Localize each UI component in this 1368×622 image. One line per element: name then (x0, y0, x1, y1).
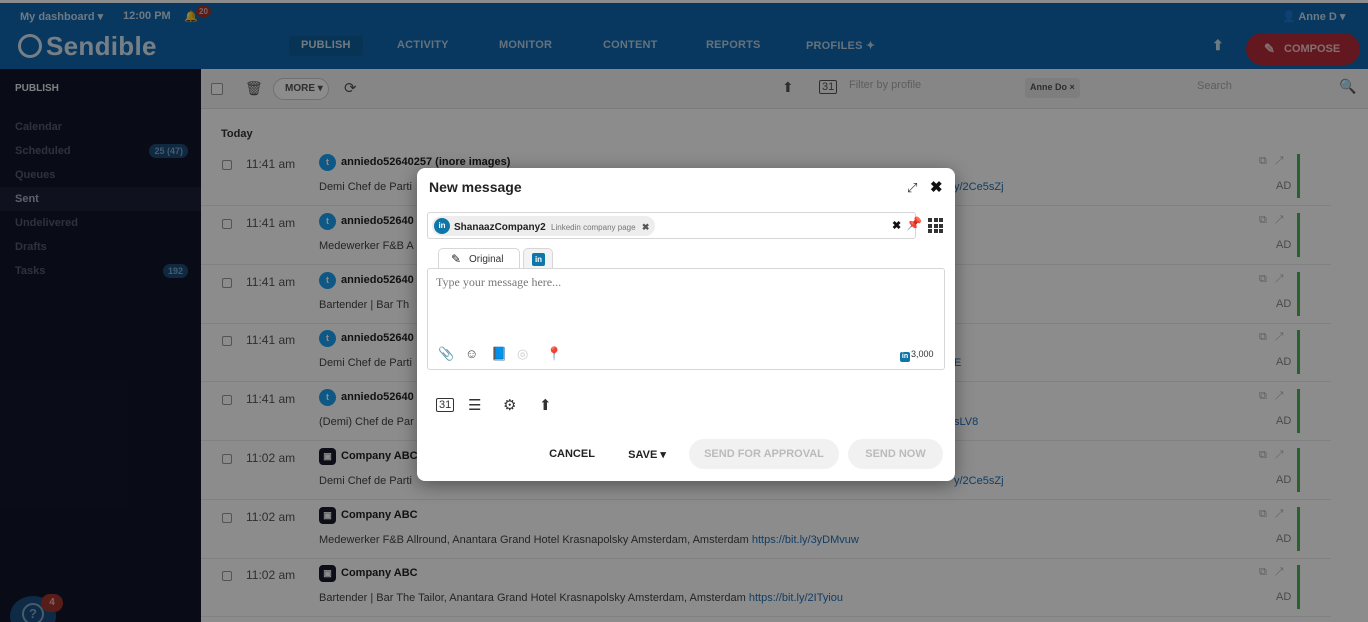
schedule-calendar-icon[interactable]: 31 (436, 398, 455, 412)
new-message-dialog: New message ⤢ ✖ in ShanaazCompany2 Linke… (417, 168, 955, 481)
profile-selector[interactable]: in ShanaazCompany2 Linkedin company page… (427, 212, 922, 239)
dialog-title: New message (429, 179, 522, 195)
send-now-button[interactable]: SEND NOW (848, 439, 943, 469)
save-button[interactable]: SAVE ▾ (622, 439, 672, 469)
location-icon[interactable]: 📍 (546, 346, 562, 362)
send-for-approval-button[interactable]: SEND FOR APPROVAL (689, 439, 839, 469)
profile-grid-icon[interactable] (928, 218, 943, 233)
cancel-button[interactable]: CANCEL (539, 439, 605, 469)
expand-icon[interactable]: ⤢ (907, 180, 917, 196)
tab-original[interactable]: ✎ Original (438, 248, 520, 269)
linkedin-icon: in (532, 253, 545, 266)
profile-type: Linkedin company page (551, 223, 636, 232)
pin-icon[interactable]: 📌 (906, 216, 922, 232)
character-count: in 3,000 (900, 349, 934, 362)
preview-hidden-icon[interactable]: ◎ (517, 346, 528, 362)
pencil-icon: ✎ (451, 252, 462, 266)
settings-gear-icon[interactable]: ⚙ (503, 396, 516, 414)
remove-profile-icon[interactable]: ✖ (642, 222, 650, 232)
message-editor[interactable]: Type your message here... 📎 ☺ 📘 ◎ 📍 in 3,… (427, 268, 945, 370)
emoji-icon[interactable]: ☺ (465, 346, 478, 361)
message-input[interactable]: Type your message here... (436, 275, 561, 290)
library-icon[interactable]: 📘 (491, 346, 507, 362)
close-icon[interactable]: ✖ (930, 178, 943, 196)
clear-profiles-icon[interactable]: ✖ (892, 219, 901, 232)
profile-name: ShanaazCompany2 (454, 222, 546, 233)
attachment-icon[interactable]: 📎 (438, 346, 454, 362)
linkedin-icon: in (434, 218, 450, 234)
selected-profile-chip: in ShanaazCompany2 Linkedin company page… (432, 216, 656, 236)
tab-linkedin[interactable]: in (523, 248, 553, 269)
upload-icon[interactable]: ⬆ (539, 396, 552, 414)
list-icon[interactable]: ☰ (468, 396, 481, 414)
linkedin-icon: in (900, 352, 910, 362)
